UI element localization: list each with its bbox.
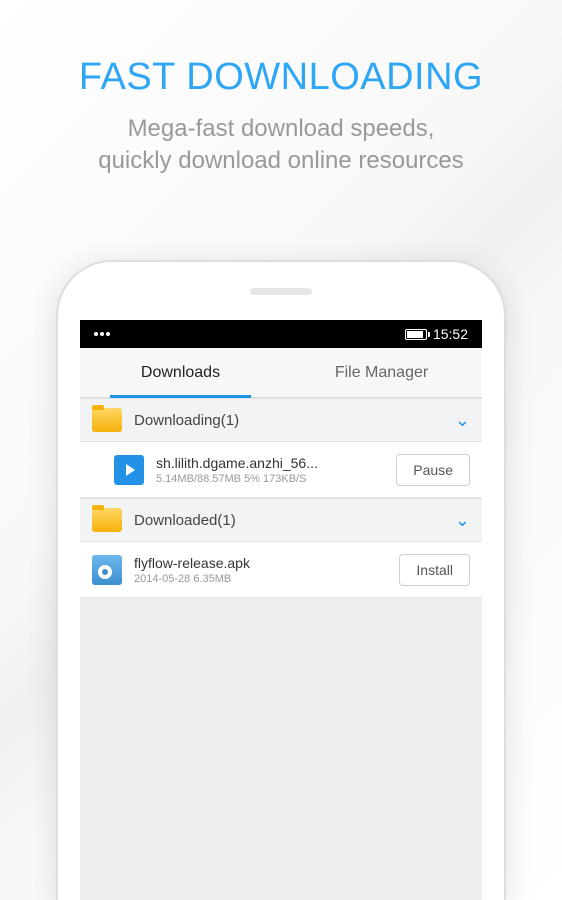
phone-frame: 15:52 Downloads File Manager Downloading… — [56, 260, 506, 900]
hero-subtitle: Mega-fast download speeds, quickly downl… — [0, 113, 562, 178]
battery-icon — [405, 329, 427, 340]
pause-button[interactable]: Pause — [396, 454, 470, 486]
item-text: flyflow-release.apk 2014-05-28 6.35MB — [134, 555, 399, 585]
folder-icon — [92, 408, 122, 432]
tab-downloads[interactable]: Downloads — [80, 348, 281, 397]
downloaded-label: Downloaded(1) — [134, 512, 455, 529]
hero-title: FAST DOWNLOADING — [0, 56, 562, 99]
chevron-down-icon: ⌄ — [455, 410, 470, 431]
status-bar: 15:52 — [80, 320, 482, 348]
hero-subtitle-line1: Mega-fast download speeds, — [128, 115, 435, 142]
downloading-title: sh.lilith.dgame.anzhi_56... — [156, 455, 396, 471]
tab-file-manager-label: File Manager — [335, 364, 428, 382]
tab-downloads-label: Downloads — [141, 364, 220, 382]
play-icon — [114, 455, 144, 485]
tab-file-manager[interactable]: File Manager — [281, 348, 482, 397]
empty-area — [80, 598, 482, 898]
tab-bar: Downloads File Manager — [80, 348, 482, 398]
folder-icon — [92, 508, 122, 532]
downloading-item[interactable]: sh.lilith.dgame.anzhi_56... 5.14MB/88.57… — [80, 442, 482, 498]
status-right: 15:52 — [405, 326, 468, 342]
section-header-downloading[interactable]: Downloading(1) ⌄ — [80, 398, 482, 442]
downloading-subtitle: 5.14MB/88.57MB 5% 173KB/S — [156, 473, 396, 485]
item-text: sh.lilith.dgame.anzhi_56... 5.14MB/88.57… — [156, 455, 396, 485]
install-button[interactable]: Install — [399, 554, 470, 586]
downloaded-subtitle: 2014-05-28 6.35MB — [134, 573, 399, 585]
downloaded-item[interactable]: flyflow-release.apk 2014-05-28 6.35MB In… — [80, 542, 482, 598]
apk-icon — [92, 555, 122, 585]
downloaded-title: flyflow-release.apk — [134, 555, 399, 571]
status-menu-icon — [94, 332, 110, 336]
status-time: 15:52 — [433, 326, 468, 342]
chevron-down-icon: ⌄ — [455, 510, 470, 531]
hero-subtitle-line2: quickly download online resources — [98, 147, 464, 174]
downloading-label: Downloading(1) — [134, 412, 455, 429]
hero-section: FAST DOWNLOADING Mega-fast download spee… — [0, 0, 562, 178]
phone-screen: 15:52 Downloads File Manager Downloading… — [80, 320, 482, 900]
phone-body: 15:52 Downloads File Manager Downloading… — [56, 260, 506, 900]
section-header-downloaded[interactable]: Downloaded(1) ⌄ — [80, 498, 482, 542]
